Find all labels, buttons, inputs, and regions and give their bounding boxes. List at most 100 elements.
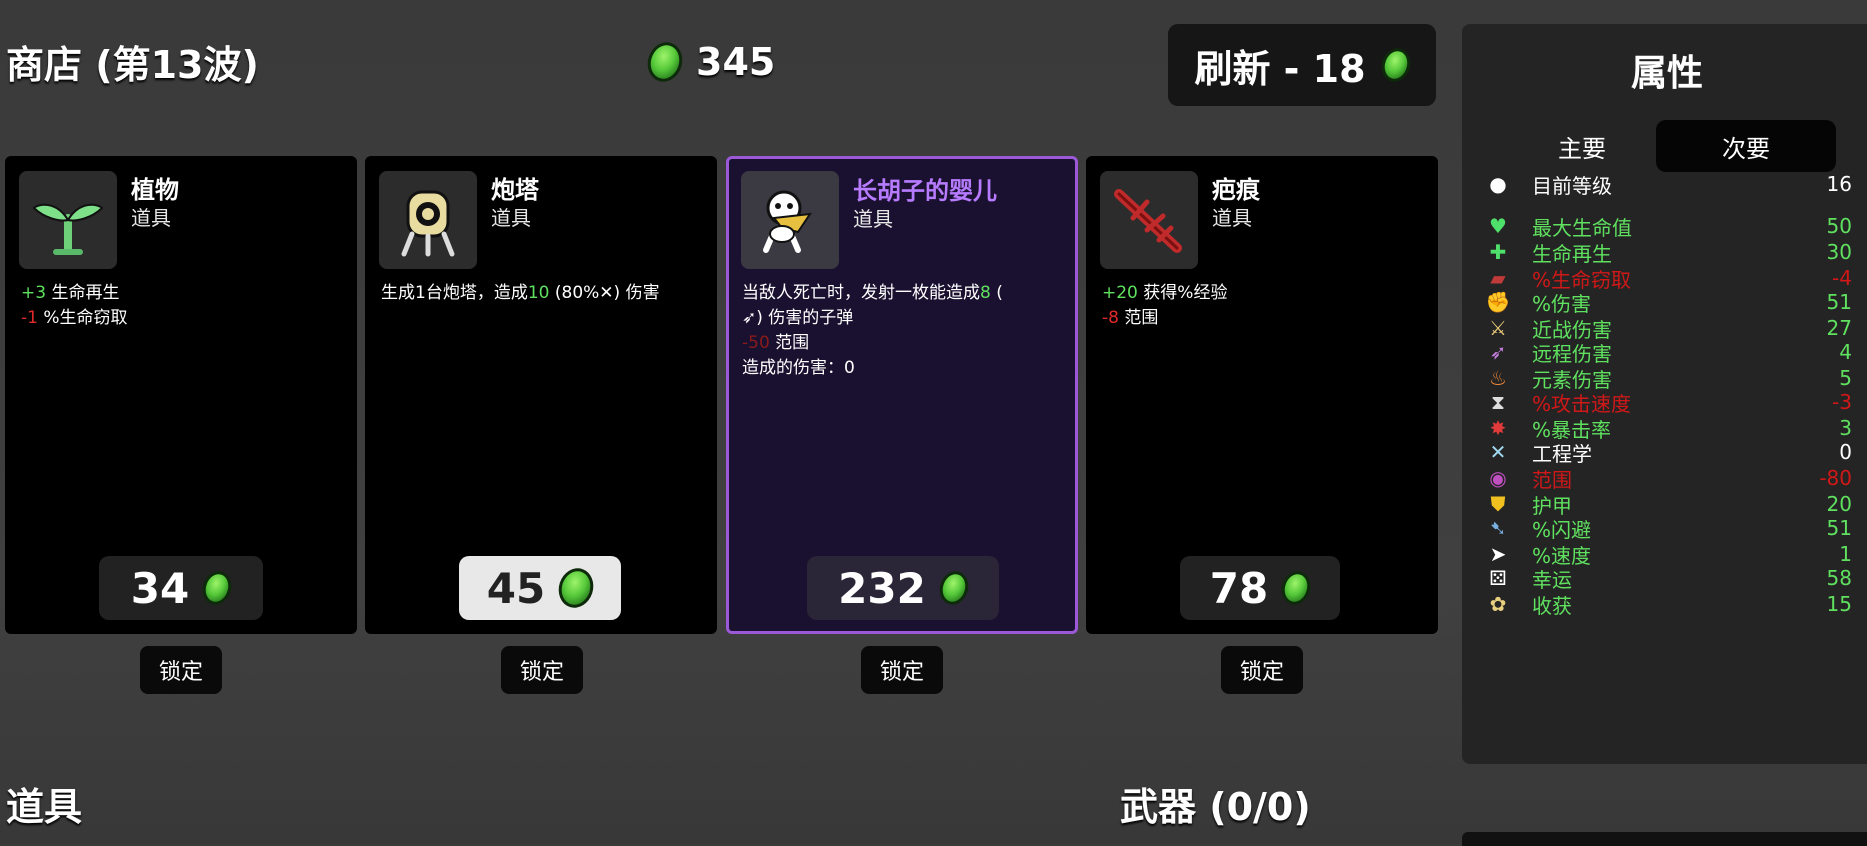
shop-title: 商店 (第13波) — [6, 43, 259, 87]
description-text: ( — [990, 283, 1003, 303]
stats-panel: 属性 主要 次要 ● 目前等级 16 ♥ 最大生命值 50 ✚ 生命再生 30 ▰ %生命窃取 -4 ✊… — [1462, 24, 1867, 764]
stat-value: 51 — [1826, 516, 1852, 540]
stat-label: 远程伤害 — [1532, 341, 1612, 366]
stat-row[interactable]: ⚄ 幸运 58 — [1486, 564, 1852, 592]
melee-icon: ⚔ — [1489, 316, 1507, 340]
tab-secondary-stats[interactable]: 次要 — [1656, 120, 1836, 172]
stat-label: 生命再生 — [1532, 241, 1612, 266]
item-type: 道具 — [1212, 206, 1252, 230]
materials-counter: 345 — [642, 37, 776, 87]
material-coin-icon — [935, 567, 973, 609]
shop-item-card[interactable]: 疤痕 道具 +20 获得%经验 -8 范围 78 — [1086, 156, 1438, 634]
stat-value: 20 — [1826, 492, 1852, 516]
stat-value: 4 — [1839, 340, 1852, 364]
dodge-icon: ➷ — [1489, 516, 1507, 540]
buy-button[interactable]: 34 — [99, 556, 263, 620]
description-text: +3 — [21, 283, 47, 303]
armor-icon: ⛊ — [1490, 492, 1506, 516]
material-coin-icon — [1376, 44, 1415, 86]
description-text: 造成的伤害：0 — [742, 358, 855, 378]
description-text: %生命窃取 — [37, 308, 128, 328]
buy-button[interactable]: 232 — [807, 556, 999, 620]
item-description: +3 生命再生 -1 %生命窃取 — [21, 281, 341, 331]
stat-row[interactable]: ➶ 远程伤害 4 — [1486, 338, 1852, 366]
stat-label: 最大生命值 — [1532, 215, 1632, 240]
plant-item-icon — [19, 171, 117, 269]
description-line: ➶) 伤害的子弹 — [742, 306, 1059, 331]
lock-button[interactable]: 锁定 — [861, 646, 943, 694]
description-text: +20 — [1102, 283, 1138, 303]
lifesteal-icon: ▰ — [1490, 266, 1506, 290]
material-coin-icon — [642, 37, 688, 87]
description-text: 获得%经验 — [1137, 283, 1228, 303]
description-line: +20 获得%经验 — [1102, 281, 1422, 306]
elemental-icon: ♨ — [1489, 366, 1507, 390]
buy-button[interactable]: 78 — [1180, 556, 1340, 620]
stat-row[interactable]: ➷ %闪避 51 — [1486, 514, 1852, 542]
shop-item-card[interactable]: 植物 道具 +3 生命再生 -1 %生命窃取 34 — [5, 156, 357, 634]
material-coin-icon — [553, 563, 599, 613]
engineering-icon: ✕ — [1489, 440, 1507, 464]
stat-label: 工程学 — [1532, 441, 1592, 466]
harvest-icon: ✿ — [1489, 592, 1507, 616]
stat-value: 51 — [1826, 290, 1852, 314]
description-text: 范围 — [769, 333, 810, 353]
item-type: 道具 — [853, 207, 893, 231]
description-line: -50 范围 — [742, 331, 1059, 356]
stat-row[interactable]: ✕ 工程学 0 — [1486, 438, 1852, 466]
shop-item-card-selected[interactable]: 长胡子的婴儿 道具 当敌人死亡时，发射一枚能造成8 (➶) 伤害的子弹 -50 范… — [726, 156, 1078, 634]
description-text: 当敌人死亡时，发射一枚能造成 — [742, 283, 980, 303]
description-text: ➶) 伤害的子弹 — [742, 308, 854, 328]
stat-row[interactable]: ♥ 最大生命值 50 — [1486, 212, 1852, 240]
item-name: 长胡子的婴儿 — [853, 177, 997, 205]
stat-row[interactable]: ⧗ %攻击速度 -3 — [1486, 388, 1852, 416]
description-text: -8 — [1102, 308, 1119, 328]
items-section-title: 道具 — [6, 785, 83, 829]
reroll-button[interactable]: 刷新 - 18 — [1168, 24, 1436, 106]
stat-row[interactable]: ● 目前等级 16 — [1486, 170, 1852, 198]
stat-row[interactable]: ✿ 收获 15 — [1486, 590, 1852, 618]
description-text: (80%✕) 伤害 — [549, 283, 660, 303]
stat-label: %伤害 — [1532, 291, 1592, 316]
stat-value: 50 — [1826, 214, 1852, 238]
description-line: 当敌人死亡时，发射一枚能造成8 ( — [742, 281, 1059, 306]
lock-button[interactable]: 锁定 — [1221, 646, 1303, 694]
luck-icon: ⚄ — [1489, 566, 1507, 590]
stat-value: 5 — [1839, 366, 1852, 390]
stat-value: 16 — [1826, 172, 1852, 196]
heart-icon: ♥ — [1489, 214, 1507, 238]
item-price: 45 — [486, 563, 546, 613]
description-line: 造成的伤害：0 — [742, 356, 1059, 381]
scar-item-icon — [1100, 171, 1198, 269]
lock-button[interactable]: 锁定 — [501, 646, 583, 694]
attack-speed-icon: ⧗ — [1490, 390, 1506, 414]
description-text: 生命再生 — [46, 283, 120, 303]
bearded-baby-item-icon — [741, 171, 839, 269]
crit-icon: ✸ — [1489, 416, 1507, 440]
reroll-label: 刷新 - 18 — [1194, 46, 1366, 91]
stat-label: 收获 — [1532, 593, 1572, 618]
buy-button[interactable]: 45 — [459, 556, 621, 620]
item-name: 炮塔 — [491, 176, 539, 204]
stat-label: %攻击速度 — [1532, 391, 1632, 416]
stat-value: 0 — [1839, 440, 1852, 464]
stat-row[interactable]: ✚ 生命再生 30 — [1486, 238, 1852, 266]
item-description: 生成1台炮塔，造成10 (80%✕) 伤害 — [381, 281, 701, 306]
lock-button[interactable]: 锁定 — [140, 646, 222, 694]
tab-primary-stats[interactable]: 主要 — [1492, 120, 1672, 172]
materials-value: 345 — [696, 40, 776, 84]
shop-item-card[interactable]: 炮塔 道具 生成1台炮塔，造成10 (80%✕) 伤害 45 — [365, 156, 717, 634]
material-coin-icon — [198, 567, 236, 609]
description-text: 范围 — [1118, 308, 1159, 328]
range-icon: ◉ — [1489, 466, 1507, 490]
description-text: -50 — [742, 333, 770, 353]
item-type: 道具 — [491, 206, 531, 230]
ranged-icon: ➶ — [1489, 340, 1507, 364]
stat-label: 幸运 — [1532, 567, 1572, 592]
level-icon: ● — [1489, 172, 1507, 196]
stat-value: 58 — [1826, 566, 1852, 590]
stat-row[interactable]: ✊ %伤害 51 — [1486, 288, 1852, 316]
stat-value: 15 — [1826, 592, 1852, 616]
weapons-section-title: 武器 (0/0) — [1120, 785, 1311, 829]
stat-row[interactable]: ◉ 范围 -80 — [1486, 464, 1852, 492]
